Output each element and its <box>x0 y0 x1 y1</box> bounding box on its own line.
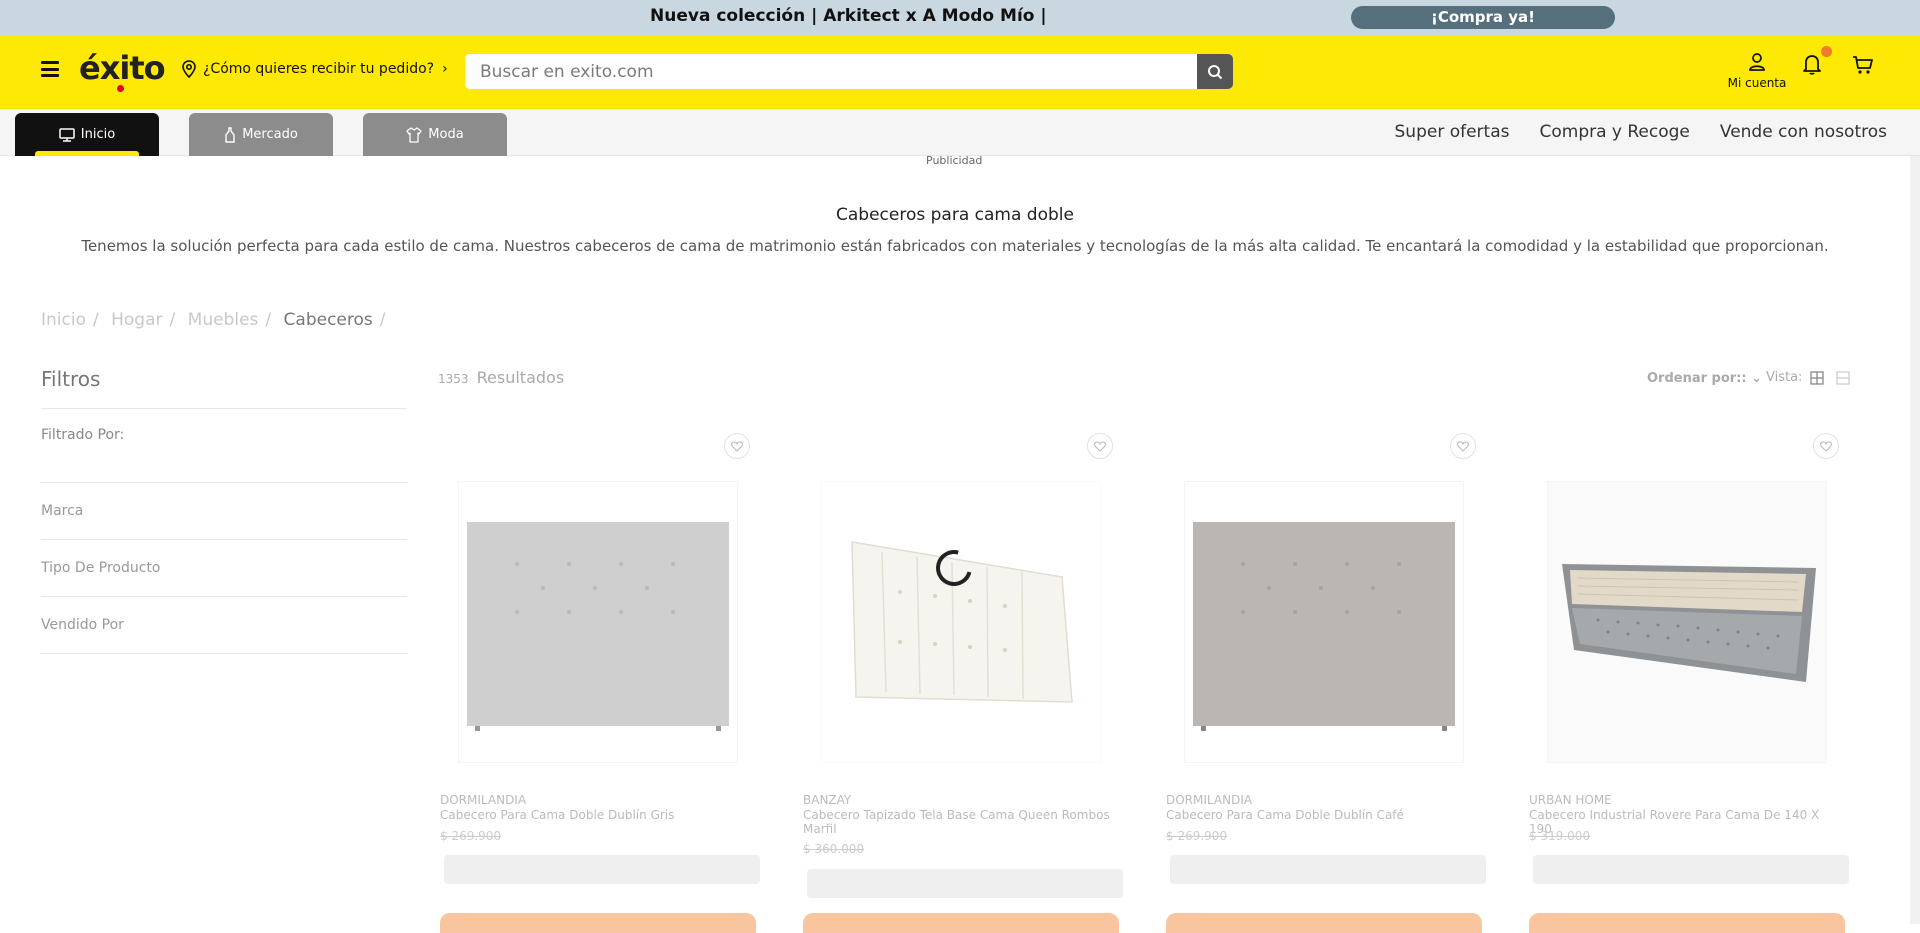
product-image[interactable] <box>458 481 738 763</box>
add-to-cart-button[interactable] <box>1529 913 1845 933</box>
filters-title: Filtros <box>41 367 407 409</box>
product-price: $ 360.000 <box>803 842 865 856</box>
nav-link-compra-recoge[interactable]: Compra y Recoge <box>1539 122 1689 142</box>
shirt-icon <box>406 126 422 143</box>
product-card[interactable]: URBAN HOME Cabecero Industrial Rovere Pa… <box>1527 433 1857 933</box>
search-bar <box>465 54 1233 89</box>
price-skeleton <box>807 869 1123 898</box>
breadcrumb-item[interactable]: Hogar <box>111 310 162 330</box>
headboard-brown-image <box>1193 522 1455 731</box>
product-image[interactable] <box>821 481 1101 763</box>
product-image[interactable] <box>1184 481 1464 763</box>
headboard-gray-image <box>467 522 729 731</box>
product-name[interactable]: Cabecero Tapizado Tela Base Cama Queen R… <box>803 808 1119 836</box>
nav-link-vende[interactable]: Vende con nosotros <box>1720 122 1887 142</box>
category-description: Tenemos la solución perfecta para cada e… <box>81 237 1829 255</box>
category-title: Cabeceros para cama doble <box>836 205 1074 225</box>
cart-icon[interactable] <box>1851 53 1875 77</box>
scrollbar[interactable] <box>1910 156 1920 924</box>
product-price: $ 269.900 <box>440 829 502 843</box>
search-icon <box>1208 64 1223 79</box>
tab-mercado[interactable]: Mercado <box>189 113 333 156</box>
heart-icon[interactable] <box>724 433 750 459</box>
monitor-icon <box>59 127 75 142</box>
category-nav: Inicio Mercado Moda Super ofertas Compra… <box>0 109 1920 156</box>
sort-label: Ordenar por:: <box>1647 371 1747 386</box>
account-button[interactable]: Mi cuenta <box>1724 52 1790 90</box>
add-to-cart-button[interactable] <box>440 913 756 933</box>
promo-text[interactable]: Nueva colección | Arkitect x A Modo Mío … <box>650 6 1047 26</box>
bell-icon[interactable] <box>1800 52 1824 76</box>
product-image[interactable] <box>1547 481 1827 763</box>
filter-tipo-producto[interactable]: Tipo De Producto <box>41 540 407 597</box>
ad-label: Publicidad <box>926 154 983 167</box>
promo-bar: Nueva colección | Arkitect x A Modo Mío … <box>0 0 1920 35</box>
product-brand: BANZAY <box>803 793 852 807</box>
heart-icon[interactable] <box>1813 433 1839 459</box>
bottle-icon <box>225 126 235 143</box>
nav-links: Super ofertas Compra y Recoge Vende con … <box>1365 122 1888 142</box>
heart-icon[interactable] <box>1450 433 1476 459</box>
product-brand: URBAN HOME <box>1529 793 1612 807</box>
search-button[interactable] <box>1197 54 1233 89</box>
user-icon <box>1749 53 1765 71</box>
logo-dot <box>117 85 124 92</box>
tab-label: Moda <box>428 127 464 142</box>
delivery-label: ¿Cómo quieres recibir tu pedido? <box>203 61 435 77</box>
product-card[interactable]: BANZAY Cabecero Tapizado Tela Base Cama … <box>801 433 1131 933</box>
price-skeleton <box>1170 855 1486 884</box>
buy-now-button[interactable]: ¡Compra ya! <box>1351 6 1615 29</box>
headboard-white-image <box>851 541 1073 703</box>
add-to-cart-button[interactable] <box>1166 913 1482 933</box>
chevron-down-icon: ⌄ <box>1751 371 1763 386</box>
price-skeleton <box>1533 855 1849 884</box>
filter-vendido-por[interactable]: Vendido Por <box>41 597 407 654</box>
list-view-icon[interactable] <box>1836 370 1851 385</box>
product-name[interactable]: Cabecero Para Cama Doble Dublín Gris <box>440 808 756 822</box>
filtered-by-label: Filtrado Por: <box>41 409 407 483</box>
tab-label: Mercado <box>242 127 298 142</box>
notification-badge <box>1821 46 1832 57</box>
add-to-cart-button[interactable] <box>803 913 1119 933</box>
results-count: 1353 Resultados <box>438 368 564 387</box>
menu-icon[interactable] <box>41 61 59 77</box>
sort-dropdown[interactable]: Ordenar por:: ⌄ <box>1647 371 1762 386</box>
nav-link-super-ofertas[interactable]: Super ofertas <box>1395 122 1510 142</box>
search-input[interactable] <box>465 54 1197 89</box>
location-pin-icon <box>182 60 196 78</box>
results-label: Resultados <box>476 368 565 387</box>
view-label: Vista: <box>1766 370 1803 385</box>
grid-view-icon[interactable] <box>1810 370 1825 385</box>
price-skeleton <box>444 855 760 884</box>
delivery-selector[interactable]: ¿Cómo quieres recibir tu pedido? › <box>181 60 448 78</box>
product-price: $ 319.000 <box>1529 829 1591 843</box>
chevron-right-icon: › <box>442 61 448 77</box>
filters-panel: Filtros Filtrado Por: Marca Tipo De Prod… <box>41 367 407 654</box>
breadcrumb-item[interactable]: Muebles <box>188 310 259 330</box>
results-number: 1353 <box>438 372 469 386</box>
breadcrumb-item[interactable]: Inicio <box>41 310 86 330</box>
view-switcher: Vista: <box>1766 370 1851 385</box>
product-name[interactable]: Cabecero Para Cama Doble Dublín Café <box>1166 808 1482 822</box>
product-brand: DORMILANDIA <box>1166 793 1253 807</box>
active-tab-indicator <box>35 151 139 156</box>
breadcrumb: Inicio / Hogar / Muebles / Cabeceros / <box>41 310 386 330</box>
tab-moda[interactable]: Moda <box>363 113 507 156</box>
tab-inicio[interactable]: Inicio <box>15 113 159 156</box>
filter-marca[interactable]: Marca <box>41 483 407 540</box>
tab-label: Inicio <box>80 127 116 142</box>
headboard-industrial-image <box>1562 564 1816 682</box>
site-header: éxito ¿Cómo quieres recibir tu pedido? ›… <box>0 35 1920 109</box>
product-card[interactable]: DORMILANDIA Cabecero Para Cama Doble Dub… <box>438 433 768 933</box>
exito-logo[interactable]: éxito <box>79 49 166 87</box>
product-price: $ 269.900 <box>1166 829 1228 843</box>
heart-icon[interactable] <box>1087 433 1113 459</box>
breadcrumb-current: Cabeceros <box>283 310 373 330</box>
product-brand: DORMILANDIA <box>440 793 527 807</box>
account-label: Mi cuenta <box>1727 76 1787 90</box>
product-card[interactable]: DORMILANDIA Cabecero Para Cama Doble Dub… <box>1164 433 1494 933</box>
